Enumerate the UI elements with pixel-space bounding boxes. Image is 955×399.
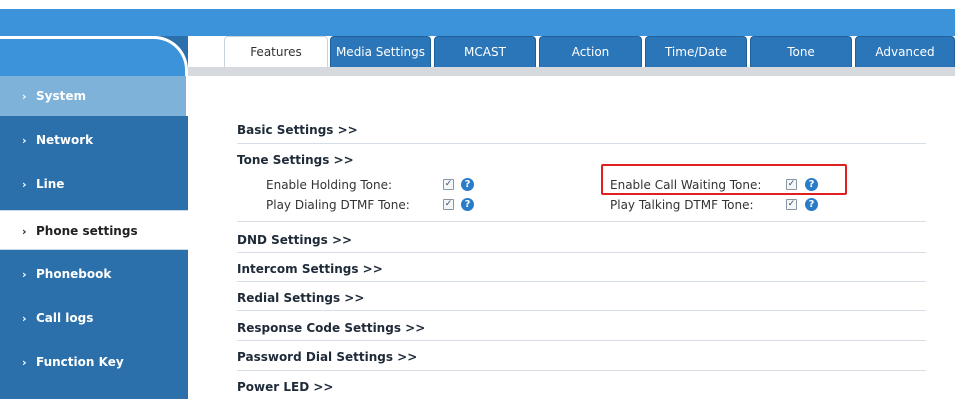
sidebar-item-label: System bbox=[36, 89, 86, 103]
chevron-right-icon: › bbox=[22, 134, 27, 147]
tab-underline bbox=[188, 67, 955, 76]
sidebar-item-system[interactable]: › System bbox=[0, 76, 188, 116]
sidebar-item-network[interactable]: › Network bbox=[0, 120, 188, 160]
section-intercom-settings[interactable]: Intercom Settings >> bbox=[237, 262, 383, 276]
help-icon[interactable]: ? bbox=[805, 198, 818, 211]
tab-media-settings[interactable]: Media Settings bbox=[330, 36, 431, 67]
divider bbox=[237, 370, 926, 371]
sidebar-item-label: Call logs bbox=[36, 311, 94, 325]
play-dialing-dtmf-tone-label: Play Dialing DTMF Tone: bbox=[266, 198, 410, 212]
divider bbox=[237, 221, 926, 222]
chevron-right-icon: › bbox=[22, 225, 27, 238]
tab-bar: Features Media Settings MCAST Action Tim… bbox=[224, 36, 955, 67]
chevron-right-icon: › bbox=[22, 356, 27, 369]
checkmark-icon: ✓ bbox=[444, 199, 453, 209]
play-talking-dtmf-tone-checkbox[interactable]: ✓ bbox=[786, 199, 797, 210]
tab-action[interactable]: Action bbox=[539, 36, 642, 67]
top-banner bbox=[0, 9, 955, 36]
divider bbox=[237, 143, 926, 144]
divider bbox=[237, 281, 926, 282]
divider bbox=[237, 310, 926, 311]
section-basic-settings[interactable]: Basic Settings >> bbox=[237, 123, 358, 137]
tab-time-date[interactable]: Time/Date bbox=[645, 36, 747, 67]
sidebar-item-label: Network bbox=[36, 133, 94, 147]
tab-tone[interactable]: Tone bbox=[750, 36, 852, 67]
enable-holding-tone-label: Enable Holding Tone: bbox=[266, 178, 393, 192]
tab-advanced[interactable]: Advanced bbox=[855, 36, 955, 67]
chevron-right-icon: › bbox=[22, 312, 27, 325]
help-icon[interactable]: ? bbox=[461, 198, 474, 211]
sidebar-item-phonebook[interactable]: › Phonebook bbox=[0, 254, 188, 294]
sidebar-item-line[interactable]: › Line bbox=[0, 164, 188, 204]
section-password-dial-settings[interactable]: Password Dial Settings >> bbox=[237, 350, 417, 364]
chevron-right-icon: › bbox=[22, 178, 27, 191]
chevron-right-icon: › bbox=[22, 268, 27, 281]
tab-mcast[interactable]: MCAST bbox=[434, 36, 536, 67]
section-power-led[interactable]: Power LED >> bbox=[237, 380, 333, 394]
enable-holding-tone-checkbox[interactable]: ✓ bbox=[443, 179, 454, 190]
checkmark-icon: ✓ bbox=[444, 179, 453, 189]
section-response-code-settings[interactable]: Response Code Settings >> bbox=[237, 321, 425, 335]
sidebar-item-label: Line bbox=[36, 177, 65, 191]
chevron-right-icon: › bbox=[22, 90, 27, 103]
play-talking-dtmf-tone-label: Play Talking DTMF Tone: bbox=[610, 198, 754, 212]
sidebar-item-label: Function Key bbox=[36, 355, 124, 369]
tab-features[interactable]: Features bbox=[224, 36, 328, 67]
section-dnd-settings[interactable]: DND Settings >> bbox=[237, 233, 352, 247]
features-panel: Basic Settings >> Tone Settings >> Enabl… bbox=[188, 76, 955, 399]
sidebar: › System › Network › Line › Phone settings ›… bbox=[0, 36, 190, 399]
help-icon[interactable]: ? bbox=[461, 178, 474, 191]
sidebar-item-label: Phone settings bbox=[36, 224, 138, 238]
sidebar-cap bbox=[0, 36, 188, 76]
sidebar-item-phone-settings[interactable]: › Phone settings bbox=[0, 210, 190, 250]
sidebar-item-label: Phonebook bbox=[36, 267, 112, 281]
sidebar-item-function-key[interactable]: › Function Key bbox=[0, 342, 188, 382]
call-waiting-highlight-box bbox=[601, 164, 847, 195]
divider bbox=[237, 340, 926, 341]
section-redial-settings[interactable]: Redial Settings >> bbox=[237, 291, 364, 305]
checkmark-icon: ✓ bbox=[787, 199, 796, 209]
divider bbox=[237, 252, 926, 253]
sidebar-item-call-logs[interactable]: › Call logs bbox=[0, 298, 188, 338]
play-dialing-dtmf-tone-checkbox[interactable]: ✓ bbox=[443, 199, 454, 210]
section-tone-settings[interactable]: Tone Settings >> bbox=[237, 153, 354, 167]
